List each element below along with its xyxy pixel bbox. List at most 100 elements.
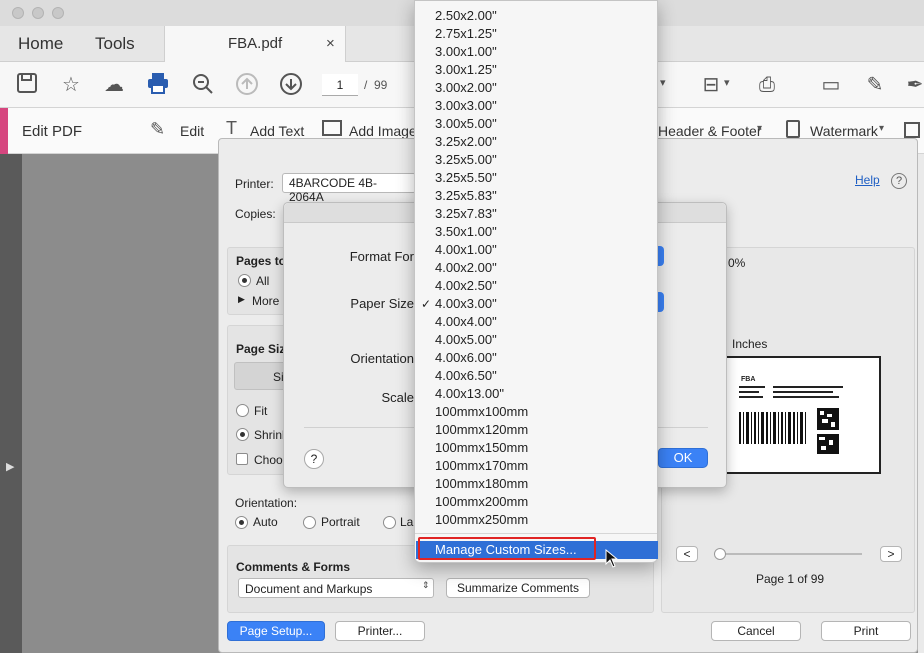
paper-size-menu-item[interactable]: 100mmx170mm [435, 457, 528, 475]
edit-pdf-title: Edit PDF [22, 123, 83, 140]
more-options-disclosure-icon[interactable]: ▶ [238, 294, 245, 305]
fit-label: Fit [254, 404, 268, 418]
tab-home[interactable]: Home [18, 34, 63, 54]
paper-size-menu-item[interactable]: 2.50x2.00" [435, 7, 497, 25]
help-icon[interactable]: ? [891, 173, 907, 189]
paper-size-menu-item[interactable]: 3.25x5.50" [435, 169, 497, 187]
paper-size-label: Paper Size [350, 296, 414, 311]
previous-page-icon[interactable] [234, 72, 260, 98]
paper-size-menu-item[interactable]: 3.25x5.83" [435, 187, 497, 205]
paper-size-menu-item[interactable]: 4.00x3.00" [435, 295, 497, 313]
right-pane-rail [918, 154, 924, 653]
paper-size-menu-item[interactable]: 100mmx200mm [435, 493, 528, 511]
paper-size-menu-item[interactable]: 3.00x1.00" [435, 43, 497, 61]
scale-readout: 0% [728, 256, 746, 270]
upload-cloud-icon[interactable]: ☁ [101, 72, 127, 98]
minimize-window-button[interactable] [32, 7, 44, 19]
pages-all-label: All [256, 274, 270, 288]
print-icon[interactable] [145, 72, 171, 98]
orientation-auto-radio[interactable] [235, 516, 248, 529]
printer-select[interactable]: 4BARCODE 4B-2064A [282, 173, 416, 204]
page-total: 99 [374, 78, 388, 92]
paper-size-menu-item[interactable]: 100mmx250mm [435, 511, 528, 529]
chevron-down-icon[interactable]: ▾ [879, 123, 884, 134]
orientation-portrait-radio[interactable] [303, 516, 316, 529]
paper-size-menu-item[interactable]: 4.00x6.50" [435, 367, 497, 385]
paper-size-menu-item[interactable]: 4.00x2.00" [435, 259, 497, 277]
page-number-input[interactable]: 1 [322, 74, 358, 96]
page-separator: / [364, 78, 368, 92]
highlight-pen-icon[interactable]: ✎ [862, 72, 888, 98]
orientation-setup-label: Orientation [350, 351, 414, 366]
draw-icon[interactable]: ✒ [902, 72, 924, 98]
orientation-auto-label: Auto [253, 515, 278, 529]
pages-to-print-heading: Pages to [236, 254, 287, 268]
summarize-comments-button[interactable]: Summarize Comments [446, 578, 590, 598]
choose-paper-checkbox[interactable] [236, 453, 248, 465]
chevron-down-icon[interactable]: ▾ [724, 76, 730, 89]
fit-radio[interactable] [236, 404, 249, 417]
paper-size-menu-item[interactable]: 100mmx120mm [435, 421, 528, 439]
tab-file[interactable]: FBA.pdf × [164, 26, 346, 62]
paper-size-menu-item[interactable]: 3.25x2.00" [435, 133, 497, 151]
previous-preview-button[interactable]: < [676, 546, 698, 562]
ok-button[interactable]: OK [658, 448, 708, 468]
zoom-out-icon[interactable] [190, 72, 216, 98]
preview-slider-track [714, 553, 862, 555]
pages-all-radio[interactable] [238, 274, 251, 287]
menu-separator [415, 533, 657, 534]
shrink-radio[interactable] [236, 428, 249, 441]
page-setup-button[interactable]: Page Setup... [227, 621, 325, 641]
watermark-button[interactable]: Watermark [810, 123, 878, 139]
help-link[interactable]: Help [855, 173, 880, 187]
close-tab-icon[interactable]: × [326, 35, 335, 52]
printer-button[interactable]: Printer... [335, 621, 425, 641]
cancel-button[interactable]: Cancel [711, 621, 801, 641]
comments-select[interactable]: Document and Markups [238, 578, 434, 598]
paper-size-menu-item[interactable]: 4.00x13.00" [435, 385, 504, 403]
save-icon[interactable] [14, 72, 40, 98]
paper-size-menu-item[interactable]: 100mmx150mm [435, 439, 528, 457]
paper-size-menu-item[interactable]: 4.00x6.00" [435, 349, 497, 367]
add-text-button[interactable]: Add Text [250, 123, 304, 139]
next-page-icon[interactable] [278, 72, 304, 98]
zoom-window-button[interactable] [52, 7, 64, 19]
chevron-down-icon[interactable]: ▾ [757, 123, 762, 134]
paper-size-menu-item[interactable]: 3.00x3.00" [435, 97, 497, 115]
tab-tools[interactable]: Tools [95, 34, 135, 54]
orientation-landscape-radio[interactable] [383, 516, 396, 529]
paper-size-menu-item[interactable]: 3.50x1.00" [435, 223, 497, 241]
paper-size-menu-item[interactable]: 3.25x7.83" [435, 205, 497, 223]
copies-label: Copies: [235, 207, 276, 221]
preview-label-text: FBA [741, 376, 756, 383]
paper-size-menu-item[interactable]: 4.00x1.00" [435, 241, 497, 259]
expand-pane-icon[interactable]: ▶ [6, 460, 14, 473]
next-preview-button[interactable]: > [880, 546, 902, 562]
close-window-button[interactable] [12, 7, 24, 19]
paper-size-menu-item[interactable]: 3.25x5.00" [435, 151, 497, 169]
preview-slider-thumb[interactable] [714, 548, 726, 560]
chevron-down-icon[interactable]: ▾ [660, 76, 666, 89]
more-options-label[interactable]: More [252, 294, 279, 308]
file-tab-label: FBA.pdf [228, 35, 283, 52]
paper-size-menu-item[interactable]: 4.00x5.00" [435, 331, 497, 349]
paper-size-menu-item[interactable]: 4.00x2.50" [435, 277, 497, 295]
header-footer-button[interactable]: Header & Footer [658, 123, 762, 139]
paper-size-menu-item[interactable]: 4.00x4.00" [435, 313, 497, 331]
scan-icon[interactable]: ⎙ [754, 72, 780, 98]
comments-forms-heading: Comments & Forms [236, 560, 351, 574]
paper-size-menu-item[interactable]: 3.00x2.00" [435, 79, 497, 97]
edit-button[interactable]: Edit [180, 123, 204, 139]
paper-size-menu-item[interactable]: 3.00x5.00" [435, 115, 497, 133]
more-tools-icon[interactable] [904, 122, 920, 138]
paper-size-menu-item[interactable]: 2.75x1.25" [435, 25, 497, 43]
print-button[interactable]: Print [821, 621, 911, 641]
add-image-button[interactable]: Add Image [349, 123, 417, 139]
comment-icon[interactable]: ▭ [818, 72, 844, 98]
help-button[interactable]: ? [304, 449, 324, 469]
crop-page-icon[interactable]: ⊟ [698, 72, 724, 98]
paper-size-menu-item[interactable]: 100mmx100mm [435, 403, 528, 421]
star-icon[interactable]: ☆ [58, 72, 84, 98]
paper-size-menu-item[interactable]: 3.00x1.25" [435, 61, 497, 79]
paper-size-menu-item[interactable]: 100mmx180mm [435, 475, 528, 493]
